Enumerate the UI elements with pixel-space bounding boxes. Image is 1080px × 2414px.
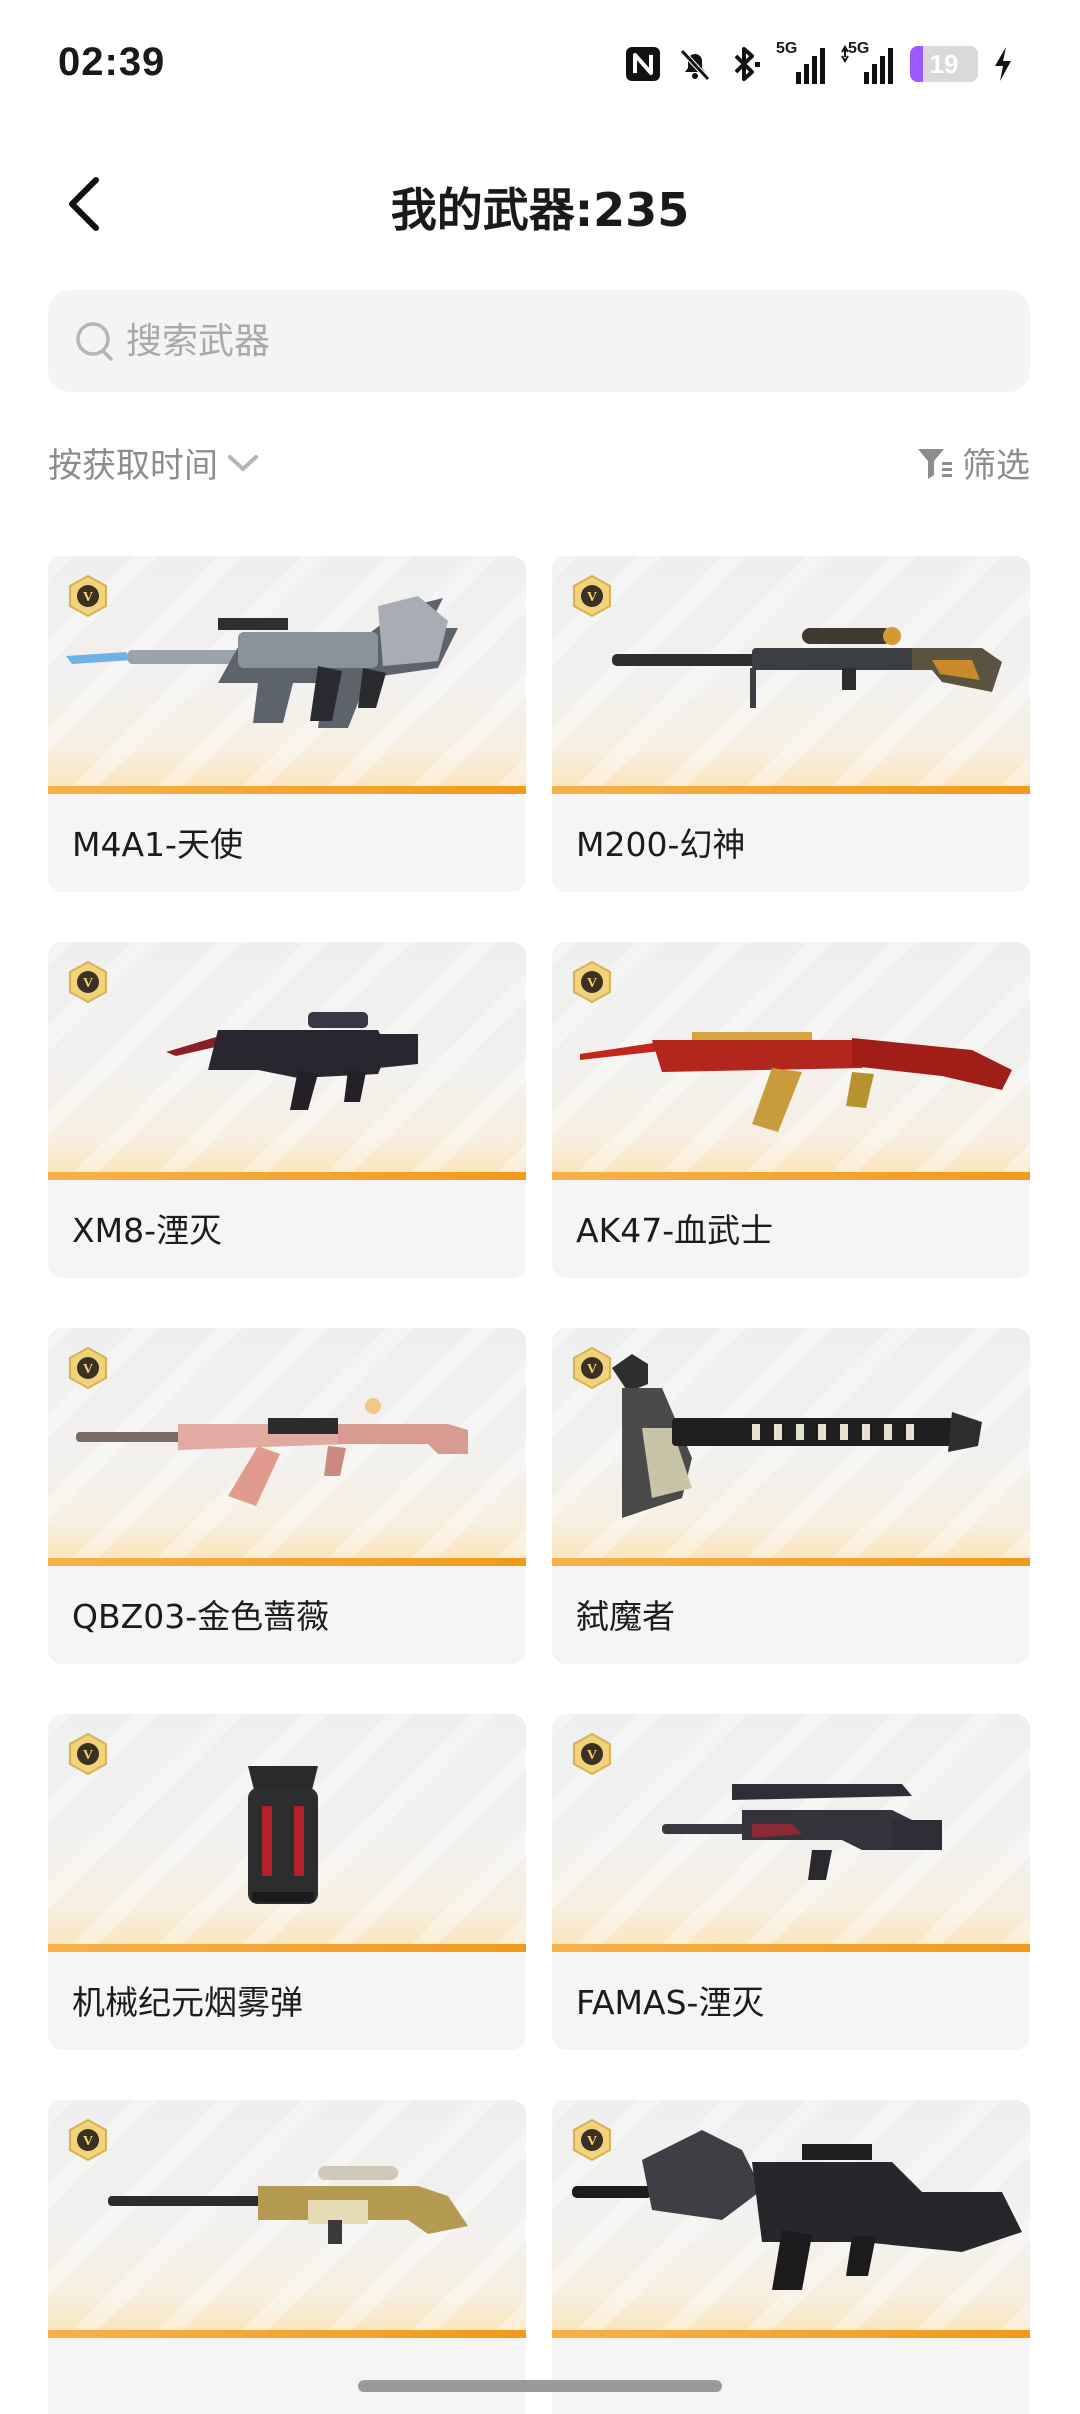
weapon-list-screen: 02:39 5G 5G 19 我的武器:235 搜索武器 按获取时间 筛选 V …	[0, 0, 1080, 2414]
sort-filter-row: 按获取时间 筛选	[48, 438, 1030, 498]
weapon-image-area: V	[552, 942, 1030, 1180]
weapon-name: 弑魔者	[576, 1597, 675, 1636]
weapon-card[interactable]: V AK47-血武士	[552, 942, 1030, 1278]
charging-icon	[992, 42, 1014, 86]
rarity-bar	[48, 1944, 526, 1952]
weapon-card[interactable]: V FAMAS-湮灭	[552, 1714, 1030, 2050]
weapon-name: M4A1-天使	[72, 825, 243, 864]
status-icons: 5G 5G 19	[624, 40, 1014, 88]
v-badge-icon: V	[69, 1346, 107, 1390]
nfc-icon	[624, 42, 662, 86]
filter-icon	[918, 448, 952, 479]
rarity-bar	[48, 2330, 526, 2338]
rifle-icon	[76, 1398, 468, 1506]
weapon-name: M200-幻神	[576, 825, 746, 864]
weapon-card[interactable]: V XM8-湮灭	[48, 942, 526, 1278]
filter-label: 筛选	[962, 446, 1030, 486]
rifle-icon	[580, 1032, 1012, 1132]
rifle-icon	[572, 2130, 1022, 2290]
status-bar: 02:39 5G 5G 19	[0, 0, 1080, 130]
rarity-bar	[48, 1558, 526, 1566]
v-badge-icon: V	[573, 960, 611, 1004]
weapon-card[interactable]: V	[552, 2100, 1030, 2414]
signal-5g-label-2: 5G	[848, 40, 870, 57]
svg-text:V: V	[83, 2134, 93, 2149]
v-badge-icon: V	[69, 1732, 107, 1776]
svg-text:V: V	[587, 976, 597, 991]
weapon-name: QBZ03-金色蔷薇	[72, 1597, 330, 1636]
svg-text:V: V	[587, 590, 597, 605]
signal-5g-icon-2: 5G	[840, 40, 896, 86]
rarity-bar	[552, 1172, 1030, 1180]
weapon-card[interactable]: V 弑魔者	[552, 1328, 1030, 1664]
weapon-name: XM8-湮灭	[72, 1211, 222, 1250]
weapon-image-area: V	[48, 556, 526, 794]
search-input[interactable]	[126, 320, 926, 362]
v-badge-icon: V	[69, 960, 107, 1004]
rifle-icon	[166, 1012, 418, 1110]
svg-text:V: V	[83, 590, 93, 605]
bell-muted-icon	[676, 42, 714, 86]
svg-text:V: V	[587, 2134, 597, 2149]
weapon-card[interactable]: V M4A1-天使	[48, 556, 526, 892]
rarity-bar	[552, 786, 1030, 794]
chevron-down-icon	[228, 454, 258, 472]
sort-dropdown[interactable]: 按获取时间	[48, 438, 260, 487]
svg-text:V: V	[587, 1748, 597, 1763]
rifle-icon	[662, 1784, 942, 1880]
rarity-bar	[552, 2330, 1030, 2338]
v-badge-icon: V	[573, 1732, 611, 1776]
weapon-image-area: V	[552, 2100, 1030, 2338]
svg-text:V: V	[587, 1362, 597, 1377]
weapon-image-area: V	[48, 2100, 526, 2338]
search-bar[interactable]	[48, 290, 1030, 392]
svg-text:V: V	[83, 976, 93, 991]
filter-button[interactable]: 筛选	[916, 438, 1030, 487]
v-badge-icon: V	[573, 574, 611, 618]
weapon-card[interactable]: V M200-幻神	[552, 556, 1030, 892]
v-badge-icon: V	[573, 2118, 611, 2162]
rarity-bar	[48, 786, 526, 794]
weapon-image-area: V	[552, 1714, 1030, 1952]
v-badge-icon: V	[573, 1346, 611, 1390]
weapon-image-area: V	[48, 1328, 526, 1566]
weapon-image-area: V	[552, 1328, 1030, 1566]
weapon-card[interactable]: V 机械纪元烟雾弹	[48, 1714, 526, 2050]
svg-text:V: V	[83, 1362, 93, 1377]
signal-5g-label: 5G	[776, 40, 798, 57]
weapon-grid: V M4A1-天使 V M200-幻神 V XM8-湮灭 V AK47-血武士 …	[48, 556, 1030, 2414]
rifle-icon	[66, 596, 458, 728]
weapon-name: FAMAS-湮灭	[576, 1983, 765, 2022]
bluetooth-icon	[728, 42, 762, 86]
search-icon	[76, 322, 113, 361]
v-badge-icon: V	[69, 574, 107, 618]
signal-5g-icon: 5G	[776, 40, 826, 86]
axe-icon	[612, 1354, 982, 1518]
rarity-bar	[552, 1558, 1030, 1566]
svg-text:V: V	[83, 1748, 93, 1763]
home-indicator[interactable]	[358, 2380, 722, 2392]
sniper-rifle-icon	[612, 627, 1002, 708]
battery-icon: 19	[910, 46, 978, 82]
weapon-card[interactable]: V QBZ03-金色蔷薇	[48, 1328, 526, 1664]
smoke-grenade-icon	[248, 1766, 318, 1904]
weapon-image-area: V	[552, 556, 1030, 794]
weapon-image-area: V	[48, 1714, 526, 1952]
battery-level-fill	[910, 46, 923, 82]
sort-label: 按获取时间	[48, 446, 218, 486]
battery-percent: 19	[929, 48, 959, 79]
weapon-name: AK47-血武士	[576, 1211, 774, 1250]
rarity-bar	[48, 1172, 526, 1180]
weapon-name: 机械纪元烟雾弹	[72, 1983, 303, 2022]
weapon-image-area: V	[48, 942, 526, 1180]
status-time: 02:39	[58, 40, 166, 84]
page-title: 我的武器:235	[390, 183, 690, 237]
top-app-bar: 我的武器:235	[0, 150, 1080, 260]
weapon-card[interactable]: V	[48, 2100, 526, 2414]
rarity-bar	[552, 1944, 1030, 1952]
v-badge-icon: V	[69, 2118, 107, 2162]
sniper-rifle-icon	[108, 2166, 468, 2244]
